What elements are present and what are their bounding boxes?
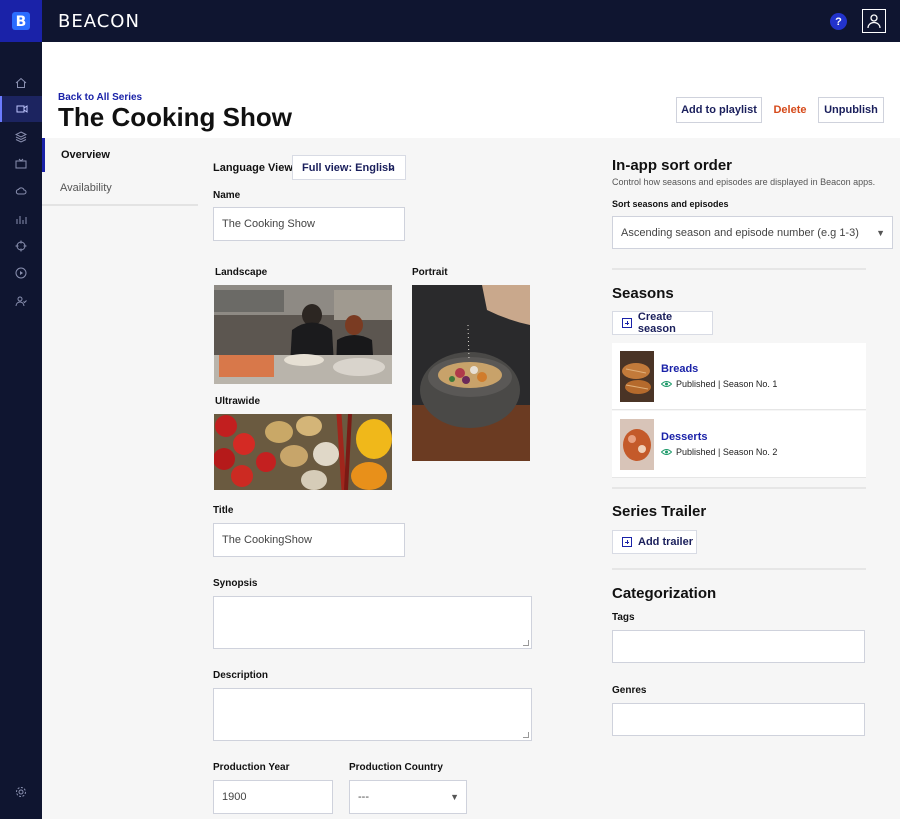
top-bar: B BEACON ? <box>0 0 900 42</box>
delete-button[interactable]: Delete <box>770 97 810 123</box>
ultrawide-image[interactable] <box>214 414 392 490</box>
plus-icon <box>622 318 632 328</box>
series-trailer-heading: Series Trailer <box>612 503 707 520</box>
language-view-value: Full view: English <box>302 161 395 174</box>
divider <box>612 487 866 489</box>
divider <box>612 568 866 570</box>
create-season-label: Create season <box>637 311 676 335</box>
help-icon[interactable]: ? <box>830 13 847 30</box>
target-icon[interactable] <box>0 233 42 259</box>
beacon-logo-icon[interactable]: B <box>0 0 42 42</box>
brand-name: BEACON <box>58 10 140 32</box>
season-thumbnail <box>620 351 654 402</box>
tv-icon[interactable] <box>0 151 42 177</box>
create-season-button[interactable]: Create season <box>612 311 713 335</box>
sort-order-heading: In-app sort order <box>612 157 733 174</box>
unpublish-button[interactable]: Unpublish <box>818 97 884 123</box>
season-status: Published | Season No. 2 <box>661 447 777 457</box>
svg-text:B: B <box>16 14 27 30</box>
landscape-image[interactable] <box>214 285 392 384</box>
production-country-label: Production Country <box>349 762 443 773</box>
genres-field[interactable] <box>612 703 865 736</box>
season-thumbnail <box>620 419 654 470</box>
settings-gear-icon[interactable] <box>0 779 42 805</box>
synopsis-label: Synopsis <box>213 578 258 589</box>
season-row[interactable]: Breads Published | Season No. 1 <box>612 343 866 410</box>
categorization-heading: Categorization <box>612 585 717 602</box>
analytics-icon[interactable] <box>0 206 42 232</box>
name-label: Name <box>213 190 241 201</box>
season-meta-text: Published | Season No. 1 <box>676 379 778 389</box>
genres-label: Genres <box>612 685 647 696</box>
title-label: Title <box>213 505 234 516</box>
description-textarea[interactable] <box>213 688 532 741</box>
resize-grip-icon[interactable] <box>523 640 529 646</box>
sort-order-description: Control how seasons and episodes are dis… <box>612 177 876 187</box>
landscape-label: Landscape <box>215 267 268 278</box>
add-trailer-button[interactable]: Add trailer <box>612 530 697 554</box>
play-circle-icon[interactable] <box>0 260 42 286</box>
description-label: Description <box>213 670 269 681</box>
section-tabs: Overview Availability <box>42 138 198 206</box>
user-icon[interactable] <box>862 9 886 33</box>
tags-label: Tags <box>612 612 635 623</box>
production-country-select[interactable]: --- ▼ <box>349 780 467 814</box>
eye-icon <box>661 381 672 387</box>
season-name-link[interactable]: Desserts <box>661 431 707 443</box>
home-icon[interactable] <box>0 70 42 96</box>
language-view-dropdown[interactable]: Full view: English ⌄ <box>292 155 406 180</box>
season-meta-text: Published | Season No. 2 <box>676 447 778 457</box>
page-title: The Cooking Show <box>58 102 292 132</box>
left-rail <box>0 42 42 819</box>
portrait-image[interactable] <box>412 285 530 461</box>
seasons-heading: Seasons <box>612 285 674 302</box>
resize-grip-icon[interactable] <box>523 732 529 738</box>
add-trailer-label: Add trailer <box>638 536 694 548</box>
portrait-label: Portrait <box>412 267 448 278</box>
synopsis-textarea[interactable] <box>213 596 532 649</box>
layers-icon[interactable] <box>0 124 42 150</box>
page-header: Back to All Series The Cooking Show Add … <box>42 42 900 138</box>
user-management-icon[interactable] <box>0 288 42 314</box>
season-name-link[interactable]: Breads <box>661 363 698 375</box>
tags-field[interactable] <box>612 630 865 663</box>
tab-overview[interactable]: Overview <box>42 138 198 172</box>
caret-down-icon: ▼ <box>450 792 459 802</box>
season-row[interactable]: Desserts Published | Season No. 2 <box>612 411 866 478</box>
title-field[interactable]: The CookingShow <box>213 523 405 557</box>
production-year-field[interactable]: 1900 <box>213 780 333 814</box>
cloud-icon[interactable] <box>0 178 42 204</box>
tab-availability[interactable]: Availability <box>42 172 198 206</box>
season-status: Published | Season No. 1 <box>661 379 777 389</box>
divider <box>612 268 866 270</box>
production-country-value: --- <box>358 791 369 803</box>
plus-icon <box>622 537 632 547</box>
video-icon[interactable] <box>0 96 42 122</box>
name-field[interactable]: The Cooking Show <box>213 207 405 241</box>
eye-icon <box>661 449 672 455</box>
ultrawide-label: Ultrawide <box>215 396 261 407</box>
add-to-playlist-button[interactable]: Add to playlist <box>676 97 762 123</box>
sort-order-select[interactable]: Ascending season and episode number (e.g… <box>612 216 893 249</box>
sort-order-value: Ascending season and episode number (e.g… <box>621 226 859 239</box>
language-view-label: Language View <box>213 162 293 174</box>
chevron-down-icon: ⌄ <box>387 162 395 172</box>
caret-down-icon: ▼ <box>876 227 885 238</box>
production-year-label: Production Year <box>213 762 290 773</box>
sort-label: Sort seasons and episodes <box>612 199 729 209</box>
